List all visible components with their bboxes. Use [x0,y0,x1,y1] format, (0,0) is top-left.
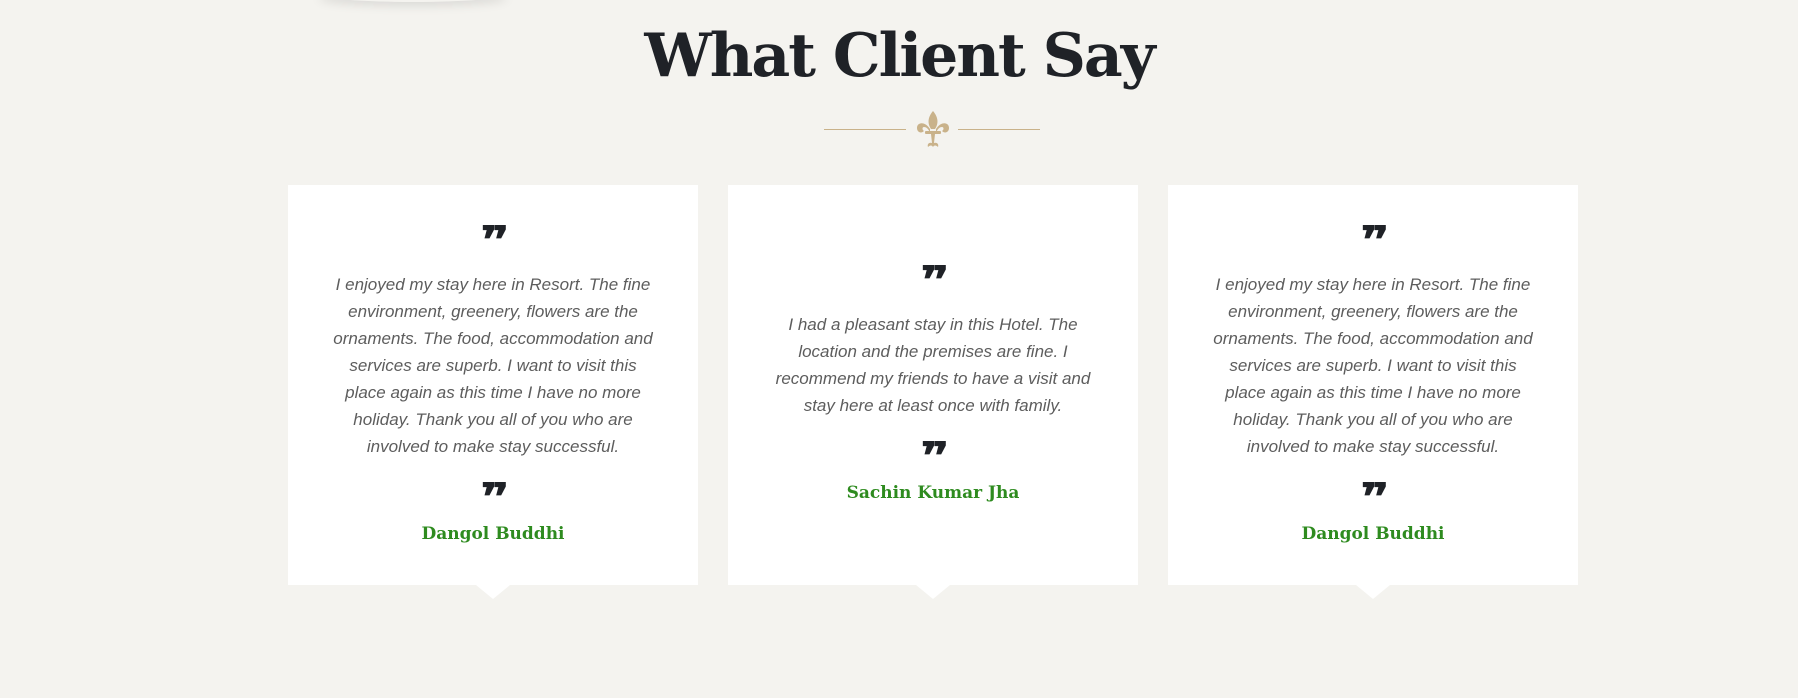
quote-icon: ❞ [920,265,945,291]
quote-icon: ❞ [1360,225,1385,251]
testimonial-card: ❞ I had a pleasant stay in this Hotel. T… [728,185,1138,599]
section-title: What Client Say [644,21,1155,91]
quote-icon: ❞ [480,225,505,251]
testimonial-text: I enjoyed my stay here in Resort. The fi… [333,274,653,456]
testimonial-card: ❞ I enjoyed my stay here in Resort. The … [1168,185,1578,599]
fleur-de-lis-icon [917,111,949,147]
client-name: Dangol Buddhi [421,523,565,544]
client-name: Sachin Kumar Jha [846,483,1020,503]
quote-icon: ❞ [920,441,945,467]
divider-line-left [824,129,906,130]
title-divider [0,108,1798,150]
testimonial-text: I had a pleasant stay in this Hotel. The… [775,315,1091,415]
testimonial-card: ❞ I enjoyed my stay here in Resort. The … [288,185,698,599]
quote-icon: ❞ [480,482,505,508]
testimonial-text: I enjoyed my stay here in Resort. The fi… [1213,274,1533,456]
divider-line-right [958,129,1040,130]
client-name: Dangol Buddhi [1301,523,1445,544]
quote-icon: ❞ [1360,482,1385,508]
header-shadow [318,0,508,2]
